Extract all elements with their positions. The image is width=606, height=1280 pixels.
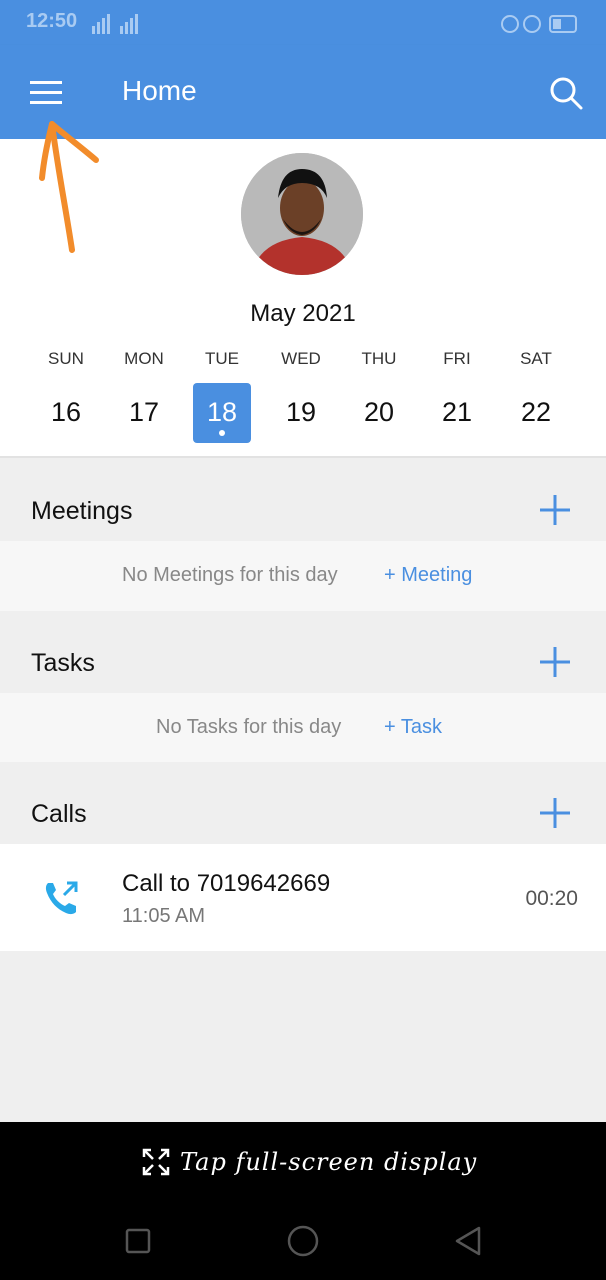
day-name: WED xyxy=(281,349,321,368)
add-meeting-plus-icon[interactable] xyxy=(538,493,572,527)
meetings-empty-text: No Meetings for this day xyxy=(122,564,338,586)
day-number: 16 xyxy=(50,397,82,427)
month-label: May 2021 xyxy=(250,300,356,327)
call-duration: 00:20 xyxy=(525,887,578,910)
day-number: 20 xyxy=(363,397,395,427)
day-number: 19 xyxy=(285,397,317,427)
home-icon[interactable] xyxy=(286,1224,320,1258)
add-call-plus-icon[interactable] xyxy=(538,796,572,830)
day-name: TUE xyxy=(205,349,239,368)
add-task-plus-icon[interactable] xyxy=(538,645,572,679)
day-number: 17 xyxy=(128,397,160,427)
meetings-header: Meetings xyxy=(0,459,606,541)
calls-header: Calls xyxy=(0,762,606,844)
status-bar: 12:50 xyxy=(0,0,606,45)
tasks-title: Tasks xyxy=(31,649,95,677)
search-icon[interactable] xyxy=(546,73,586,113)
annotation-arrow-icon xyxy=(39,121,99,253)
day-mon[interactable]: MON 17 xyxy=(105,349,183,443)
tasks-header: Tasks xyxy=(0,611,606,693)
day-number-text: 18 xyxy=(206,397,238,427)
day-number: 21 xyxy=(441,397,473,427)
status-time: 12:50 xyxy=(26,10,78,32)
day-sat[interactable]: SAT 22 xyxy=(497,349,575,443)
outgoing-call-icon xyxy=(45,881,78,915)
fullscreen-icon xyxy=(142,1148,170,1176)
day-wed[interactable]: WED 19 xyxy=(262,349,340,443)
day-sun[interactable]: SUN 16 xyxy=(27,349,105,443)
system-nav-bar xyxy=(0,1202,606,1280)
day-name: MON xyxy=(124,349,164,368)
add-meeting-link[interactable]: + Meeting xyxy=(384,564,472,587)
week-strip: SUN 16 MON 17 TUE 18 WED 19 THU 20 FRI 2… xyxy=(0,349,606,449)
call-title: Call to 7019642669 xyxy=(122,870,331,897)
tasks-empty-row: No Tasks for this day + Task xyxy=(0,693,606,763)
day-name: SUN xyxy=(48,349,84,368)
recent-apps-icon[interactable] xyxy=(121,1224,155,1258)
meetings-title: Meetings xyxy=(31,497,133,525)
tasks-empty-text: No Tasks for this day xyxy=(156,716,342,738)
battery-icon xyxy=(501,15,577,33)
back-icon[interactable] xyxy=(451,1224,485,1258)
avatar[interactable] xyxy=(241,153,363,275)
avatar-image xyxy=(241,153,363,275)
day-name: SAT xyxy=(520,349,552,368)
signal-icon xyxy=(92,14,138,34)
day-thu[interactable]: THU 20 xyxy=(340,349,418,443)
day-number: 22 xyxy=(520,397,552,427)
day-name: FRI xyxy=(443,349,471,368)
day-name: THU xyxy=(361,349,397,368)
day-tue-selected[interactable]: TUE 18 xyxy=(183,349,261,443)
page-title: Home xyxy=(122,75,197,106)
add-task-link[interactable]: + Task xyxy=(384,716,442,739)
call-time: 11:05 AM xyxy=(122,905,206,927)
day-number: 18 xyxy=(193,383,251,443)
fullscreen-hint-bar[interactable]: Tap full-screen display xyxy=(0,1122,606,1202)
event-dot xyxy=(219,430,225,436)
fullscreen-hint-text: Tap full-screen display xyxy=(180,1148,478,1176)
day-fri[interactable]: FRI 21 xyxy=(418,349,496,443)
calls-title: Calls xyxy=(31,800,87,828)
hamburger-menu-icon[interactable] xyxy=(24,73,70,113)
call-list-item[interactable]: Call to 7019642669 11:05 AM 00:20 xyxy=(0,844,606,951)
meetings-empty-row: No Meetings for this day + Meeting xyxy=(0,541,606,611)
